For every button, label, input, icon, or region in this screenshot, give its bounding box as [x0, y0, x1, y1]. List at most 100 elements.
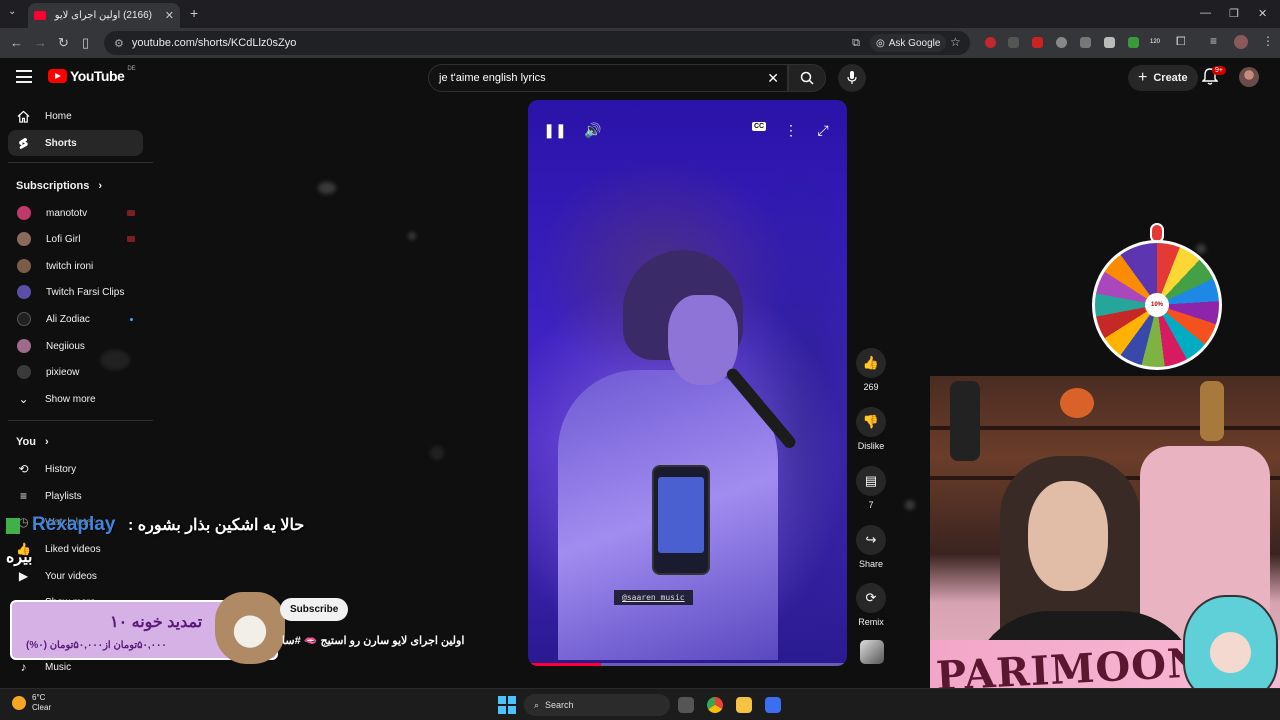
playlists-icon: ≡	[19, 489, 27, 503]
video-frame-phone	[652, 465, 710, 575]
notification-count-badge: 9+	[1212, 66, 1226, 75]
shorts-video-player[interactable]: ❚❚ 🔊 CC ⋮ ⤢ @saaren_music	[528, 100, 847, 666]
video-handle-tag: @saaren_music	[614, 590, 693, 605]
subscribe-button[interactable]: Subscribe	[280, 598, 349, 621]
split-view-icon[interactable]: ▯	[82, 35, 89, 51]
extension-shield-icon[interactable]	[1104, 37, 1115, 48]
subscriptions-heading[interactable]: Subscriptions ›	[16, 180, 102, 192]
volume-icon[interactable]: 🔊	[583, 120, 603, 140]
reload-icon[interactable]: ↻	[58, 35, 69, 51]
task-manager-icon[interactable]	[765, 697, 781, 713]
channel-avatar	[17, 365, 31, 379]
url-text: youtube.com/shorts/KCdLlz0sZyo	[131, 37, 297, 49]
file-explorer-icon[interactable]	[736, 697, 752, 713]
voice-search-button[interactable]	[838, 64, 866, 92]
more-options-icon[interactable]: ⋮	[781, 120, 801, 140]
captions-icon[interactable]: CC	[752, 122, 767, 131]
sidebar-item-home[interactable]: Home	[8, 103, 143, 129]
pause-icon[interactable]: ❚❚	[543, 120, 566, 140]
address-bar[interactable]: ⚙ youtube.com/shorts/KCdLlz0sZyo ⧉	[104, 31, 970, 55]
forward-icon[interactable]: →	[34, 35, 47, 50]
back-icon[interactable]: ←	[10, 35, 23, 50]
you-heading[interactable]: You ›	[16, 436, 49, 448]
bookmark-star-icon[interactable]: ☆	[950, 35, 961, 49]
subscription-item[interactable]: pixieow	[8, 359, 143, 385]
search-input[interactable]: je t'aime english lyrics ✕	[428, 64, 788, 92]
new-tab-icon[interactable]: +	[190, 5, 198, 21]
browser-tab[interactable]: (2166) اولین اجرای لایو سارن ✕	[28, 3, 180, 28]
youtube-play-icon	[48, 69, 67, 83]
fullscreen-icon[interactable]: ⤢	[813, 120, 833, 140]
subscription-item[interactable]: twitch ironi	[8, 253, 143, 279]
dislike-button[interactable]: 👎 Dislike	[852, 407, 890, 451]
clear-search-icon[interactable]: ✕	[767, 70, 779, 87]
subscription-item[interactable]: Negiious	[8, 333, 143, 359]
extension-globe-icon[interactable]	[1056, 37, 1067, 48]
remix-button[interactable]: ⟳ Remix	[852, 583, 890, 627]
subscription-item[interactable]: Ali Zodiac	[8, 306, 143, 332]
tab-close-icon[interactable]: ✕	[165, 9, 174, 22]
install-app-icon[interactable]: ⧉	[852, 37, 860, 50]
task-view-icon[interactable]	[678, 697, 694, 713]
subscription-item[interactable]: Lofi Girl	[8, 226, 143, 252]
pumpkin-figure	[1060, 388, 1094, 418]
show-more-subscriptions[interactable]: ⌄ Show more	[8, 386, 143, 412]
youtube-favicon-icon	[34, 11, 46, 20]
taskbar-search[interactable]: ⌕ Search	[524, 694, 670, 716]
channel-name: Negiious	[46, 340, 85, 352]
profile-avatar-icon[interactable]	[1234, 35, 1248, 49]
remix-label: Remix	[858, 617, 884, 627]
sidebar-item-history[interactable]: ⟲ History	[8, 456, 143, 482]
site-info-icon[interactable]: ⚙	[114, 37, 124, 50]
ask-google-button[interactable]: ◎ Ask Google	[870, 34, 947, 52]
goal-progress-text: ۵۰,۰۰۰تومان از۵۰,۰۰۰تومان (۰%)	[26, 640, 167, 651]
extension-youtube-icon[interactable]	[1032, 37, 1043, 48]
comments-button[interactable]: ▤ 7	[852, 466, 890, 510]
search-button[interactable]	[788, 64, 826, 92]
rexaplay-logo-icon	[6, 518, 20, 534]
extension-record-icon[interactable]	[985, 37, 996, 48]
video-progress-bar[interactable]	[528, 663, 847, 666]
sound-thumbnail[interactable]	[860, 640, 884, 664]
menu-icon[interactable]	[16, 70, 32, 83]
windows-start-icon[interactable]	[498, 696, 516, 714]
cat-mascot	[215, 592, 285, 664]
tab-search-icon[interactable]: ⌄	[8, 6, 16, 17]
browser-tab-strip: ⌄ (2166) اولین اجرای لایو سارن ✕ + — ❐ ✕	[0, 0, 1280, 28]
channel-avatar	[17, 339, 31, 353]
chrome-menu-icon[interactable]: ⋮	[1262, 34, 1274, 48]
like-button[interactable]: 👍 269	[852, 348, 890, 392]
weather-widget[interactable]: 6°C Clear	[12, 693, 51, 713]
video-progress-fill	[528, 663, 602, 666]
like-count: 269	[863, 382, 879, 392]
subscription-item[interactable]: manototv	[8, 200, 143, 226]
extensions-puzzle-icon[interactable]: ⧠	[1176, 34, 1186, 49]
create-button[interactable]: + Create	[1128, 65, 1198, 91]
window-close-icon[interactable]: ✕	[1258, 7, 1267, 20]
create-label: Create	[1153, 72, 1188, 84]
share-button[interactable]: ↪ Share	[852, 525, 890, 569]
microphone-icon	[847, 71, 857, 84]
history-icon: ⟲	[18, 462, 29, 476]
logo-text: YouTube	[70, 68, 125, 84]
extension-glasses-icon[interactable]	[1080, 37, 1091, 48]
restore-icon[interactable]: ❐	[1229, 7, 1239, 20]
cartoon-avatar	[1183, 595, 1278, 700]
subscription-item[interactable]: Twitch Farsi Clips	[8, 279, 143, 305]
youtube-logo[interactable]: YouTube DE	[48, 66, 136, 84]
sidebar-item-playlists[interactable]: ≡ Playlists	[8, 483, 143, 509]
short-title[interactable]: اولین اجرای لایو سارن رو استیج 🫦 #سا	[282, 634, 464, 647]
sidebar-item-label: Your videos	[45, 570, 97, 582]
extension-color-icon[interactable]	[1128, 37, 1139, 48]
live-indicator-icon	[127, 236, 135, 242]
channel-name: Twitch Farsi Clips	[46, 286, 125, 298]
reading-list-icon[interactable]: ≡	[1210, 34, 1217, 48]
minimize-icon[interactable]: —	[1200, 7, 1211, 19]
batman-figure	[950, 381, 980, 461]
chrome-taskbar-icon[interactable]	[707, 697, 723, 713]
extension-r-icon[interactable]	[1008, 37, 1019, 48]
account-avatar[interactable]	[1239, 67, 1259, 87]
sidebar-item-shorts[interactable]: Shorts	[8, 130, 143, 156]
comment-count: 7	[868, 500, 874, 510]
share-label: Share	[858, 559, 884, 569]
